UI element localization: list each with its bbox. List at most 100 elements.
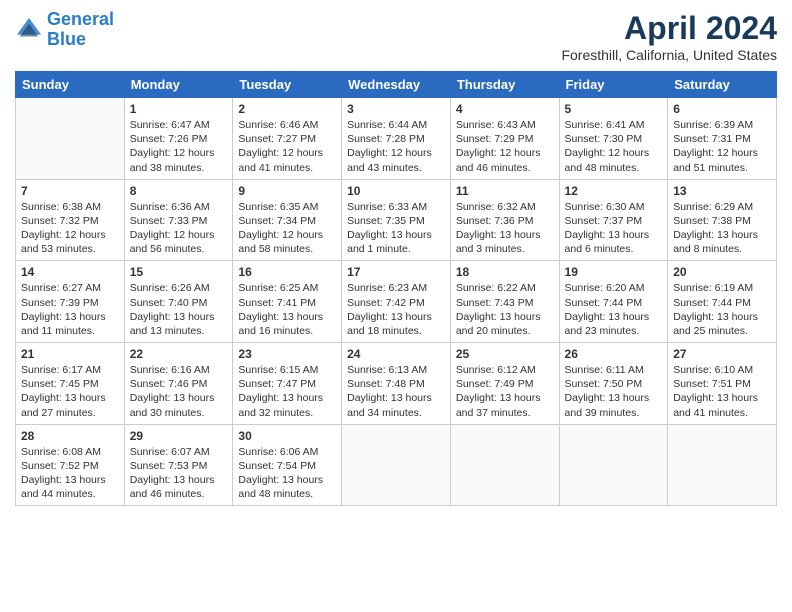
calendar-cell: 6Sunrise: 6:39 AM Sunset: 7:31 PM Daylig… <box>668 98 777 180</box>
day-info: Sunrise: 6:22 AM Sunset: 7:43 PM Dayligh… <box>456 281 554 338</box>
calendar-cell: 9 Sunrise: 6:35 AM Sunset: 7:34 PM Daylig… <box>233 179 342 261</box>
day-info: Sunrise: 6:30 AM Sunset: 7:37 PM Dayligh… <box>565 200 663 257</box>
calendar-cell: 5Sunrise: 6:41 AM Sunset: 7:30 PM Daylig… <box>559 98 668 180</box>
col-header-thursday: Thursday <box>450 72 559 98</box>
day-info: Sunrise: 6:06 AM Sunset: 7:54 PM Dayligh… <box>238 445 336 502</box>
day-number: 21 <box>21 347 119 361</box>
subtitle: Foresthill, California, United States <box>561 47 777 63</box>
calendar-cell <box>16 98 125 180</box>
calendar-cell: 15 Sunrise: 6:26 AM Sunset: 7:40 PM Dayli… <box>124 261 233 343</box>
calendar-cell: 17 Sunrise: 6:23 AM Sunset: 7:42 PM Dayli… <box>342 261 451 343</box>
day-info: Sunrise: 6:35 AM Sunset: 7:34 PM Dayligh… <box>238 200 336 257</box>
day-info: Sunrise: 6:13 AM Sunset: 7:48 PM Dayligh… <box>347 363 445 420</box>
day-number: 24 <box>347 347 445 361</box>
calendar-cell: 18 Sunrise: 6:22 AM Sunset: 7:43 PM Dayli… <box>450 261 559 343</box>
calendar-cell: 27Sunrise: 6:10 AM Sunset: 7:51 PM Dayli… <box>668 343 777 425</box>
day-info: Sunrise: 6:47 AM Sunset: 7:26 PM Dayligh… <box>130 118 228 175</box>
day-number: 11 <box>456 184 554 198</box>
day-info: Sunrise: 6:43 AM Sunset: 7:29 PM Dayligh… <box>456 118 554 175</box>
calendar-cell: 20 Sunrise: 6:19 AM Sunset: 7:44 PM Dayli… <box>668 261 777 343</box>
day-number: 8 <box>130 184 228 198</box>
day-info: Sunrise: 6:36 AM Sunset: 7:33 PM Dayligh… <box>130 200 228 257</box>
day-info: Sunrise: 6:23 AM Sunset: 7:42 PM Dayligh… <box>347 281 445 338</box>
logo-icon <box>15 16 43 44</box>
day-info: Sunrise: 6:19 AM Sunset: 7:44 PM Dayligh… <box>673 281 771 338</box>
day-number: 15 <box>130 265 228 279</box>
calendar-cell: 14 Sunrise: 6:27 AM Sunset: 7:39 PM Dayli… <box>16 261 125 343</box>
day-number: 13 <box>673 184 771 198</box>
col-header-friday: Friday <box>559 72 668 98</box>
calendar-cell: 24 Sunrise: 6:13 AM Sunset: 7:48 PM Dayli… <box>342 343 451 425</box>
calendar-cell: 3Sunrise: 6:44 AM Sunset: 7:28 PM Daylig… <box>342 98 451 180</box>
day-number: 3 <box>347 102 445 116</box>
calendar-cell: 21Sunrise: 6:17 AM Sunset: 7:45 PM Dayli… <box>16 343 125 425</box>
calendar-cell: 22 Sunrise: 6:16 AM Sunset: 7:46 PM Dayli… <box>124 343 233 425</box>
title-area: April 2024 Foresthill, California, Unite… <box>561 10 777 63</box>
calendar-cell: 10Sunrise: 6:33 AM Sunset: 7:35 PM Dayli… <box>342 179 451 261</box>
day-number: 9 <box>238 184 336 198</box>
calendar-cell: 16Sunrise: 6:25 AM Sunset: 7:41 PM Dayli… <box>233 261 342 343</box>
day-number: 22 <box>130 347 228 361</box>
day-number: 4 <box>456 102 554 116</box>
calendar-header-row: SundayMondayTuesdayWednesdayThursdayFrid… <box>16 72 777 98</box>
day-number: 28 <box>21 429 119 443</box>
calendar-cell: 11 Sunrise: 6:32 AM Sunset: 7:36 PM Dayli… <box>450 179 559 261</box>
week-row-1: 1Sunrise: 6:47 AM Sunset: 7:26 PM Daylig… <box>16 98 777 180</box>
calendar-cell: 4 Sunrise: 6:43 AM Sunset: 7:29 PM Daylig… <box>450 98 559 180</box>
day-number: 25 <box>456 347 554 361</box>
day-info: Sunrise: 6:46 AM Sunset: 7:27 PM Dayligh… <box>238 118 336 175</box>
day-number: 18 <box>456 265 554 279</box>
calendar-cell <box>342 424 451 506</box>
day-number: 16 <box>238 265 336 279</box>
day-info: Sunrise: 6:39 AM Sunset: 7:31 PM Dayligh… <box>673 118 771 175</box>
calendar-cell: 28 Sunrise: 6:08 AM Sunset: 7:52 PM Dayli… <box>16 424 125 506</box>
day-number: 26 <box>565 347 663 361</box>
calendar-cell <box>559 424 668 506</box>
day-number: 30 <box>238 429 336 443</box>
day-number: 17 <box>347 265 445 279</box>
week-row-5: 28 Sunrise: 6:08 AM Sunset: 7:52 PM Dayli… <box>16 424 777 506</box>
calendar-cell <box>450 424 559 506</box>
calendar-cell: 12 Sunrise: 6:30 AM Sunset: 7:37 PM Dayli… <box>559 179 668 261</box>
day-info: Sunrise: 6:32 AM Sunset: 7:36 PM Dayligh… <box>456 200 554 257</box>
day-info: Sunrise: 6:27 AM Sunset: 7:39 PM Dayligh… <box>21 281 119 338</box>
week-row-2: 7 Sunrise: 6:38 AM Sunset: 7:32 PM Daylig… <box>16 179 777 261</box>
day-info: Sunrise: 6:08 AM Sunset: 7:52 PM Dayligh… <box>21 445 119 502</box>
day-info: Sunrise: 6:12 AM Sunset: 7:49 PM Dayligh… <box>456 363 554 420</box>
calendar-cell: 1Sunrise: 6:47 AM Sunset: 7:26 PM Daylig… <box>124 98 233 180</box>
day-number: 5 <box>565 102 663 116</box>
main-title: April 2024 <box>561 10 777 47</box>
day-info: Sunrise: 6:29 AM Sunset: 7:38 PM Dayligh… <box>673 200 771 257</box>
day-info: Sunrise: 6:38 AM Sunset: 7:32 PM Dayligh… <box>21 200 119 257</box>
col-header-sunday: Sunday <box>16 72 125 98</box>
day-info: Sunrise: 6:16 AM Sunset: 7:46 PM Dayligh… <box>130 363 228 420</box>
calendar-cell: 23Sunrise: 6:15 AM Sunset: 7:47 PM Dayli… <box>233 343 342 425</box>
week-row-4: 21Sunrise: 6:17 AM Sunset: 7:45 PM Dayli… <box>16 343 777 425</box>
day-number: 2 <box>238 102 336 116</box>
day-number: 14 <box>21 265 119 279</box>
day-number: 29 <box>130 429 228 443</box>
logo: General Blue <box>15 10 114 50</box>
day-number: 10 <box>347 184 445 198</box>
calendar-cell: 19Sunrise: 6:20 AM Sunset: 7:44 PM Dayli… <box>559 261 668 343</box>
day-number: 7 <box>21 184 119 198</box>
week-row-3: 14 Sunrise: 6:27 AM Sunset: 7:39 PM Dayli… <box>16 261 777 343</box>
calendar-cell: 30 Sunrise: 6:06 AM Sunset: 7:54 PM Dayli… <box>233 424 342 506</box>
logo-text: General Blue <box>47 10 114 50</box>
calendar-cell: 8 Sunrise: 6:36 AM Sunset: 7:33 PM Daylig… <box>124 179 233 261</box>
calendar-cell: 26 Sunrise: 6:11 AM Sunset: 7:50 PM Dayli… <box>559 343 668 425</box>
calendar-cell: 25 Sunrise: 6:12 AM Sunset: 7:49 PM Dayli… <box>450 343 559 425</box>
calendar-cell: 13 Sunrise: 6:29 AM Sunset: 7:38 PM Dayli… <box>668 179 777 261</box>
day-number: 20 <box>673 265 771 279</box>
day-number: 12 <box>565 184 663 198</box>
day-number: 19 <box>565 265 663 279</box>
col-header-monday: Monday <box>124 72 233 98</box>
day-info: Sunrise: 6:11 AM Sunset: 7:50 PM Dayligh… <box>565 363 663 420</box>
logo-general: General <box>47 9 114 29</box>
day-info: Sunrise: 6:10 AM Sunset: 7:51 PM Dayligh… <box>673 363 771 420</box>
calendar-table: SundayMondayTuesdayWednesdayThursdayFrid… <box>15 71 777 506</box>
day-info: Sunrise: 6:26 AM Sunset: 7:40 PM Dayligh… <box>130 281 228 338</box>
page-header: General Blue April 2024 Foresthill, Cali… <box>15 10 777 63</box>
col-header-saturday: Saturday <box>668 72 777 98</box>
day-info: Sunrise: 6:15 AM Sunset: 7:47 PM Dayligh… <box>238 363 336 420</box>
